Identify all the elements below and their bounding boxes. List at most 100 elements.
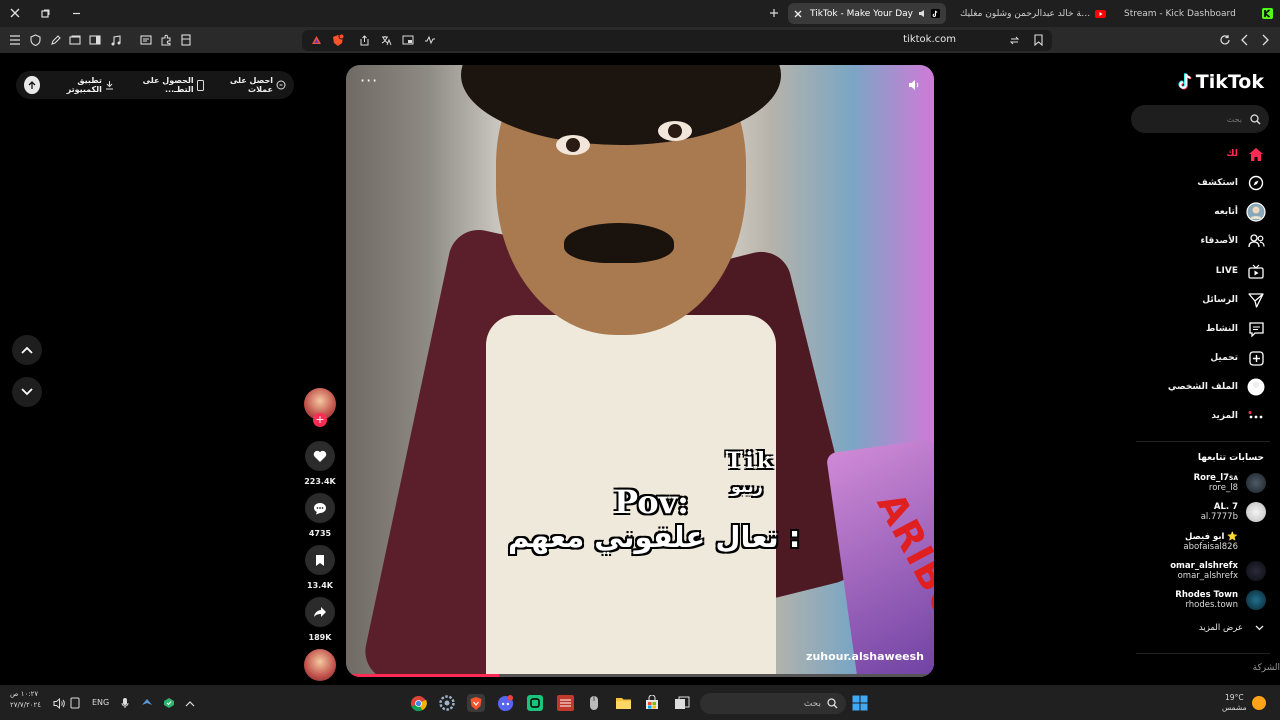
video-player[interactable]: ARIBO Tik ريبو Pov: تعال علقوني معهم : ·…	[346, 65, 934, 677]
company-link[interactable]: الشركة	[1253, 663, 1280, 673]
reload-icon[interactable]	[1217, 32, 1233, 48]
streaming-app-icon[interactable]	[556, 694, 574, 712]
file-explorer-icon[interactable]	[614, 694, 632, 712]
nav-messages[interactable]: الرسائل	[1202, 289, 1266, 311]
scroll-top-button[interactable]	[24, 76, 40, 94]
windows-start-icon[interactable]	[851, 694, 869, 712]
kick-app-icon[interactable]	[526, 694, 544, 712]
get-app-link[interactable]: الحصول على التطـ...	[124, 76, 204, 94]
nav-explore[interactable]: استكشف	[1197, 172, 1266, 194]
account-name: ابو فيصل ⭐	[1185, 532, 1238, 542]
nav-for-you[interactable]: لك	[1226, 143, 1266, 165]
reader-icon[interactable]	[138, 32, 154, 48]
account-name: AL. 7	[1213, 502, 1238, 512]
share-button[interactable]: 189K	[303, 597, 337, 642]
weather-condition: مشمس	[1222, 703, 1247, 712]
clock[interactable]: ١٠:٢٧ ص ٢٧/٧/٢٠٢٤	[10, 689, 41, 711]
desktop-app-link[interactable]: تطبيق الكمبيوتر	[50, 76, 114, 94]
sound-avatar-button[interactable]	[303, 649, 337, 681]
tab-kick[interactable]: Stream - Kick Dashboard	[1118, 3, 1268, 24]
task-view-icon[interactable]	[673, 694, 691, 712]
tiktok-icon	[1178, 73, 1194, 91]
video-progress-bar[interactable]	[346, 674, 934, 677]
like-button[interactable]: 223.4K	[303, 441, 337, 486]
forward-icon[interactable]	[1257, 32, 1273, 48]
author-avatar-button[interactable]: +	[303, 388, 337, 427]
minimize-window-icon[interactable]	[66, 4, 86, 22]
translate-icon[interactable]	[378, 32, 394, 48]
close-window-icon[interactable]	[5, 4, 25, 22]
nav-live[interactable]: LIVE	[1216, 260, 1266, 282]
get-coins-link[interactable]: احصل على عملات	[214, 76, 286, 94]
chevron-up-icon[interactable]	[183, 696, 197, 710]
video-author-username[interactable]: zuhour.alshaweesh	[806, 650, 924, 663]
next-video-button[interactable]	[12, 377, 42, 407]
settings-icon[interactable]	[438, 694, 456, 712]
tabs-icon[interactable]	[67, 32, 83, 48]
extensions-icon[interactable]	[158, 32, 174, 48]
nav-activity[interactable]: النشاط	[1206, 318, 1266, 340]
brave-icon[interactable]	[467, 694, 485, 712]
previous-video-button[interactable]	[12, 335, 42, 365]
music-icon[interactable]	[107, 32, 123, 48]
tiktok-logo[interactable]: TikTok	[1178, 71, 1264, 93]
store-icon[interactable]	[643, 694, 661, 712]
device-icon[interactable]	[68, 696, 82, 710]
search-input[interactable]	[1152, 114, 1242, 124]
nav-upload[interactable]: تحميل	[1210, 347, 1266, 369]
discord-icon[interactable]	[496, 694, 514, 712]
input-language[interactable]: ENG	[92, 698, 109, 707]
tab-audio-icon	[918, 9, 927, 18]
taskbar-search[interactable]: بحث	[700, 693, 846, 714]
menu-icon[interactable]	[7, 32, 23, 48]
shield-icon[interactable]	[27, 32, 43, 48]
save-button[interactable]: 13.4K	[303, 545, 337, 590]
new-tab-icon[interactable]	[764, 4, 784, 22]
wallet-icon[interactable]	[178, 32, 194, 48]
swap-icon[interactable]	[1006, 32, 1022, 48]
tab-tiktok[interactable]: TikTok - Make Your Day	[788, 3, 946, 24]
weather-widget[interactable]: 19°C مشمس	[1222, 693, 1247, 713]
speaker-icon[interactable]	[52, 696, 66, 710]
nav-following[interactable]: أتابعه	[1214, 201, 1266, 223]
search-icon[interactable]	[1250, 113, 1261, 125]
nav-more[interactable]: المزيد	[1211, 405, 1266, 427]
following-account[interactable]: Rore_l7SA rore_l8	[1194, 469, 1266, 497]
mouse-app-icon[interactable]	[585, 694, 603, 712]
bookmark-icon[interactable]	[1030, 32, 1046, 48]
url-text[interactable]: tiktok.com	[903, 34, 956, 45]
activity-icon	[1246, 319, 1266, 339]
address-bar[interactable]: tiktok.com	[302, 30, 1052, 51]
following-account[interactable]: omar_alshrefx omar_alshrefx	[1170, 557, 1266, 585]
heart-icon	[313, 450, 327, 463]
share-icon[interactable]	[356, 32, 372, 48]
chrome-icon[interactable]	[409, 694, 427, 712]
nav-friends[interactable]: الأصدقاء	[1200, 230, 1266, 252]
brave-shield-icon[interactable]	[330, 32, 346, 48]
volume-icon[interactable]	[906, 77, 922, 93]
windows-taskbar: ١٠:٢٧ ص ٢٧/٧/٢٠٢٤ ENG بحث 19°C مشمس	[0, 685, 1280, 720]
nav-profile[interactable]: الملف الشخصي	[1168, 376, 1266, 398]
microphone-icon[interactable]	[118, 696, 132, 710]
comment-button[interactable]: 4735	[303, 493, 337, 538]
nav-label: تحميل	[1210, 353, 1238, 363]
brave-rewards-icon[interactable]	[308, 32, 324, 48]
sidebar-icon[interactable]	[87, 32, 103, 48]
following-account[interactable]: AL. 7 al.7777b	[1201, 498, 1266, 526]
tray-app-icon[interactable]	[162, 696, 176, 710]
close-tab-icon[interactable]	[794, 10, 802, 18]
follow-plus-icon[interactable]: +	[313, 413, 327, 427]
see-more-button[interactable]: عرض المزيد	[1199, 623, 1264, 633]
video-more-options[interactable]: ···	[360, 71, 378, 90]
restore-window-icon[interactable]	[35, 4, 55, 22]
following-account[interactable]: Rhodes Town rhodes.town	[1175, 586, 1266, 614]
browser-toolbar: tiktok.com	[0, 27, 1280, 53]
back-icon[interactable]	[1237, 32, 1253, 48]
following-account[interactable]: ابو فيصل ⭐ abofaisal826	[1183, 528, 1266, 556]
sound-avatar	[304, 649, 336, 681]
pen-icon[interactable]	[47, 32, 63, 48]
activity-graph-icon[interactable]	[422, 32, 438, 48]
tab-youtube[interactable]: اغنية خالد عبدالرحمن وشلون مغليك - ...	[954, 3, 1112, 24]
tray-app-icon[interactable]	[140, 696, 154, 710]
picture-in-picture-icon[interactable]	[400, 32, 416, 48]
